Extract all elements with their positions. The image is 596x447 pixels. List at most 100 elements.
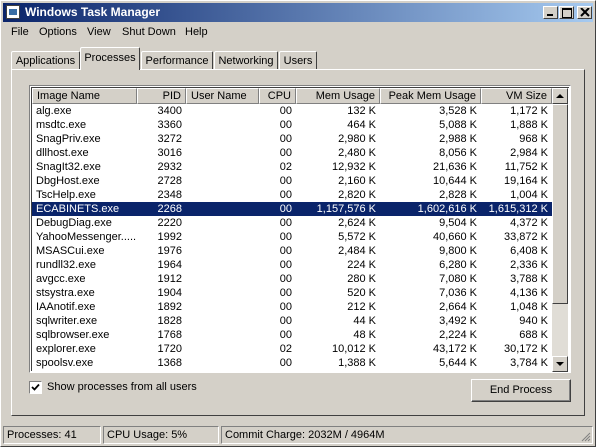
menu-shut-down[interactable]: Shut Down <box>122 26 176 38</box>
menu-help[interactable]: Help <box>185 26 208 38</box>
end-process-button[interactable]: End Process <box>471 379 571 402</box>
row-mem-usage: 1,157,576 K <box>316 203 376 215</box>
tab-processes[interactable]: Processes <box>80 47 140 70</box>
row-mem-usage: 224 K <box>347 259 376 271</box>
table-row[interactable]: TscHelp.exe 2348 00 2,820 K 2,828 K 1,004 K <box>32 188 552 202</box>
row-image-name: rundll32.exe <box>36 259 96 271</box>
row-cpu: 00 <box>279 147 292 159</box>
row-user-name <box>186 342 259 356</box>
row-image-name: MSASCui.exe <box>36 245 105 257</box>
row-pid: 2220 <box>157 217 182 229</box>
column-vm-size[interactable]: VM Size <box>481 88 552 104</box>
row-peak-mem-usage: 21,636 K <box>432 161 477 173</box>
row-cpu: 00 <box>279 259 292 271</box>
menu-file[interactable]: File <box>11 26 29 38</box>
row-user-name <box>186 328 259 342</box>
row-pid: 1768 <box>157 329 182 341</box>
row-peak-mem-usage: 7,036 K <box>439 287 477 299</box>
table-row[interactable]: DbgHost.exe 2728 00 2,160 K 10,644 K 19,164 K <box>32 174 552 188</box>
row-user-name <box>186 146 259 160</box>
row-pid: 1368 <box>157 357 182 369</box>
column-user-name[interactable]: User Name <box>186 88 259 104</box>
row-user-name <box>186 174 259 188</box>
row-pid: 1720 <box>157 343 182 355</box>
tab-networking[interactable]: Networking <box>214 51 278 69</box>
column-image-name[interactable]: Image Name <box>32 88 137 104</box>
row-image-name: YahooMessenger..... <box>36 231 137 243</box>
row-image-name: TscHelp.exe <box>36 189 96 201</box>
table-row[interactable]: msdtc.exe 3360 00 464 K 5,088 K 1,888 K <box>32 118 552 132</box>
row-user-name <box>186 314 259 328</box>
resize-grip-icon[interactable] <box>581 432 591 442</box>
tab-applications[interactable]: Applications <box>11 51 80 69</box>
table-row[interactable]: spoolsv.exe 1368 00 1,388 K 5,644 K 3,784 K <box>32 356 552 370</box>
table-row[interactable]: MSASCui.exe 1976 00 2,484 K 9,800 K 6,408 K <box>32 244 552 258</box>
table-row[interactable]: IAAnotif.exe 1892 00 212 K 2,664 K 1,048 K <box>32 300 552 314</box>
title-bar[interactable]: Windows Task Manager <box>3 3 593 22</box>
table-row[interactable]: SnagPriv.exe 3272 00 2,980 K 2,988 K 968 K <box>32 132 552 146</box>
table-row[interactable]: DebugDiag.exe 2220 00 2,624 K 9,504 K 4,372 K <box>32 216 552 230</box>
table-row[interactable]: YahooMessenger..... 1992 00 5,572 K 40,660 K… <box>32 230 552 244</box>
row-cpu: 00 <box>279 133 292 145</box>
row-cpu: 00 <box>279 119 292 131</box>
row-vm-size: 3,788 K <box>510 273 548 285</box>
tab-users[interactable]: Users <box>279 51 317 69</box>
table-row[interactable]: rundll32.exe 1964 00 224 K 6,280 K 2,336 K <box>32 258 552 272</box>
row-pid: 1892 <box>157 301 182 313</box>
row-vm-size: 11,752 K <box>504 161 548 173</box>
row-mem-usage: 5,572 K <box>338 231 376 243</box>
row-vm-size: 4,136 K <box>510 287 548 299</box>
row-image-name: ECABINETS.exe <box>36 203 120 215</box>
row-cpu: 00 <box>279 105 292 117</box>
row-peak-mem-usage: 10,644 K <box>432 175 477 187</box>
table-row[interactable]: explorer.exe 1720 02 10,012 K 43,172 K 30,172… <box>32 342 552 356</box>
row-vm-size: 1,004 K <box>510 189 548 201</box>
vertical-scrollbar[interactable] <box>552 88 568 372</box>
table-row[interactable]: dllhost.exe 3016 00 2,480 K 8,056 K 2,984 K <box>32 146 552 160</box>
table-row[interactable]: sqlwriter.exe 1828 00 44 K 3,492 K 940 K <box>32 314 552 328</box>
row-user-name <box>186 230 259 244</box>
column-pid[interactable]: PID <box>137 88 186 104</box>
row-user-name <box>186 272 259 286</box>
column-cpu[interactable]: CPU <box>259 88 296 104</box>
column-peak-mem-usage[interactable]: Peak Mem Usage <box>380 88 481 104</box>
row-user-name <box>186 286 259 300</box>
close-icon[interactable] <box>577 6 592 19</box>
row-image-name: alg.exe <box>36 105 72 117</box>
row-vm-size: 968 K <box>519 133 548 145</box>
row-pid: 3272 <box>157 133 182 145</box>
column-mem-usage[interactable]: Mem Usage <box>296 88 380 104</box>
status-bar: Processes: 41 CPU Usage: 5% Commit Charg… <box>3 426 593 444</box>
maximize-icon[interactable] <box>559 6 574 19</box>
row-peak-mem-usage: 6,280 K <box>439 259 477 271</box>
tab-performance[interactable]: Performance <box>141 51 213 69</box>
show-all-users-checkbox[interactable] <box>29 381 42 394</box>
row-image-name: sqlbrowser.exe <box>36 329 110 341</box>
row-pid: 2268 <box>157 203 182 215</box>
table-row[interactable]: avgcc.exe 1912 00 280 K 7,080 K 3,788 K <box>32 272 552 286</box>
row-peak-mem-usage: 3,492 K <box>439 315 477 327</box>
row-image-name: IAAnotif.exe <box>36 301 96 313</box>
task-manager-window: Windows Task Manager File Options View S… <box>0 0 596 447</box>
row-cpu: 02 <box>279 161 292 173</box>
row-pid: 1976 <box>157 245 182 257</box>
scroll-thumb[interactable] <box>552 104 568 304</box>
row-mem-usage: 44 K <box>353 315 376 327</box>
minimize-icon[interactable] <box>543 6 558 19</box>
row-mem-usage: 464 K <box>347 119 376 131</box>
scroll-down-icon[interactable] <box>552 356 568 372</box>
menu-view[interactable]: View <box>87 26 111 38</box>
table-row[interactable]: stsystra.exe 1904 00 520 K 7,036 K 4,136 K <box>32 286 552 300</box>
row-user-name <box>186 118 259 132</box>
row-image-name: DbgHost.exe <box>36 175 100 187</box>
row-vm-size: 30,172 K <box>503 343 548 355</box>
process-list[interactable]: Image Name PID User Name CPU Mem Usage P… <box>29 85 571 373</box>
table-row[interactable]: ECABINETS.exe 2268 00 1,157,576 K 1,602,616 … <box>32 202 552 216</box>
table-row[interactable]: alg.exe 3400 00 132 K 3,528 K 1,172 K <box>32 104 552 118</box>
scroll-up-icon[interactable] <box>552 88 568 104</box>
table-row[interactable]: sqlbrowser.exe 1768 00 48 K 2,224 K 688 K <box>32 328 552 342</box>
table-row[interactable]: SnagIt32.exe 2932 02 12,932 K 21,636 K 11,752… <box>32 160 552 174</box>
row-cpu: 00 <box>279 189 292 201</box>
menu-options[interactable]: Options <box>39 26 77 38</box>
row-peak-mem-usage: 9,800 K <box>439 245 477 257</box>
